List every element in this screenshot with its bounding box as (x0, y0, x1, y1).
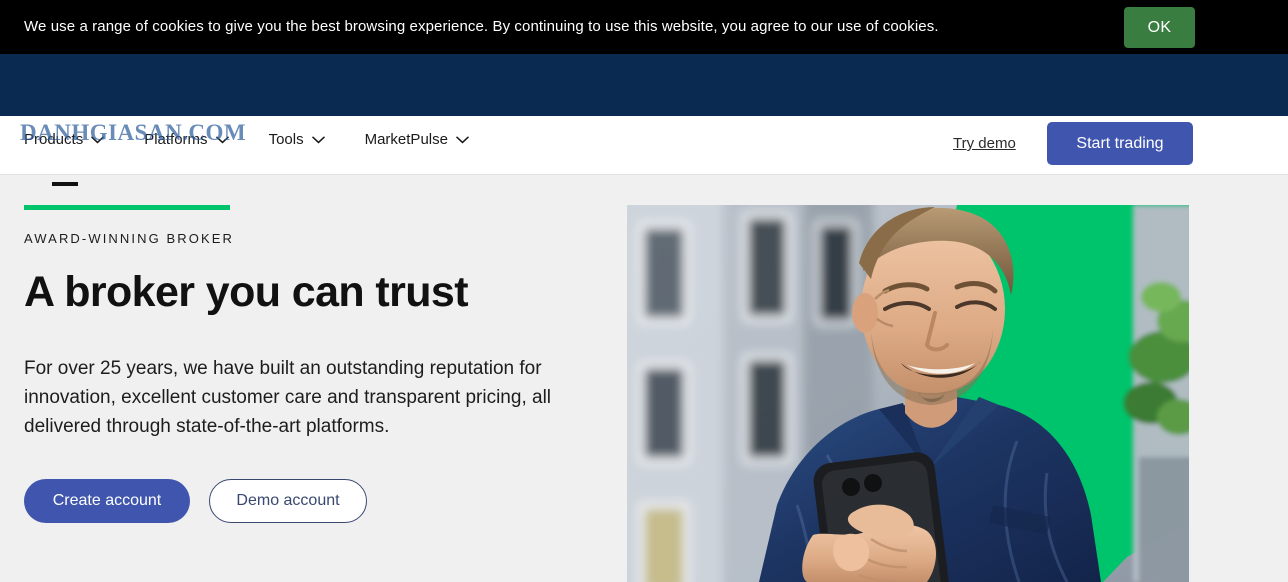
chevron-down-icon (311, 136, 325, 143)
sub-nav-label: MarketPulse (364, 131, 448, 148)
cookie-consent-banner: We use a range of cookies to give you th… (0, 0, 1288, 54)
hero-photo-illustration (627, 205, 1189, 582)
sub-nav-item-products[interactable]: Products (24, 131, 105, 186)
hero-image (627, 205, 1189, 582)
sub-nav-item-tools[interactable]: Tools (269, 131, 325, 150)
create-account-button[interactable]: Create account (24, 479, 190, 523)
sub-nav-label: Products (24, 131, 84, 148)
sub-nav-item-marketpulse[interactable]: MarketPulse (365, 131, 469, 150)
start-trading-button[interactable]: Start trading (1047, 122, 1193, 165)
try-demo-link[interactable]: Try demo (953, 135, 1016, 152)
cookie-banner-message: We use a range of cookies to give you th… (24, 18, 939, 35)
page-root: We use a range of cookies to give you th… (0, 0, 1288, 582)
cookie-accept-button[interactable]: OK (1124, 7, 1195, 48)
chevron-down-icon (91, 136, 105, 143)
demo-account-button[interactable]: Demo account (209, 479, 367, 523)
hero-eyebrow: AWARD-WINNING BROKER (24, 231, 235, 246)
primary-navigation-bar (0, 54, 1288, 116)
hero-accent-rule (24, 205, 230, 210)
hero-content: AWARD-WINNING BROKER A broker you can tr… (24, 205, 604, 523)
page-title: A broker you can trust (24, 268, 469, 316)
secondary-nav-items: Products Platforms Tools MarketPulse (24, 131, 469, 186)
sub-nav-item-platforms[interactable]: Platforms (144, 131, 229, 150)
hero-description: For over 25 years, we have built an outs… (24, 358, 552, 437)
hero-cta-group: Create account Demo account (24, 479, 604, 523)
sub-nav-label: Platforms (144, 131, 208, 148)
sub-nav-label: Tools (268, 131, 304, 148)
chevron-down-icon (215, 136, 229, 143)
chevron-down-icon (456, 136, 469, 143)
